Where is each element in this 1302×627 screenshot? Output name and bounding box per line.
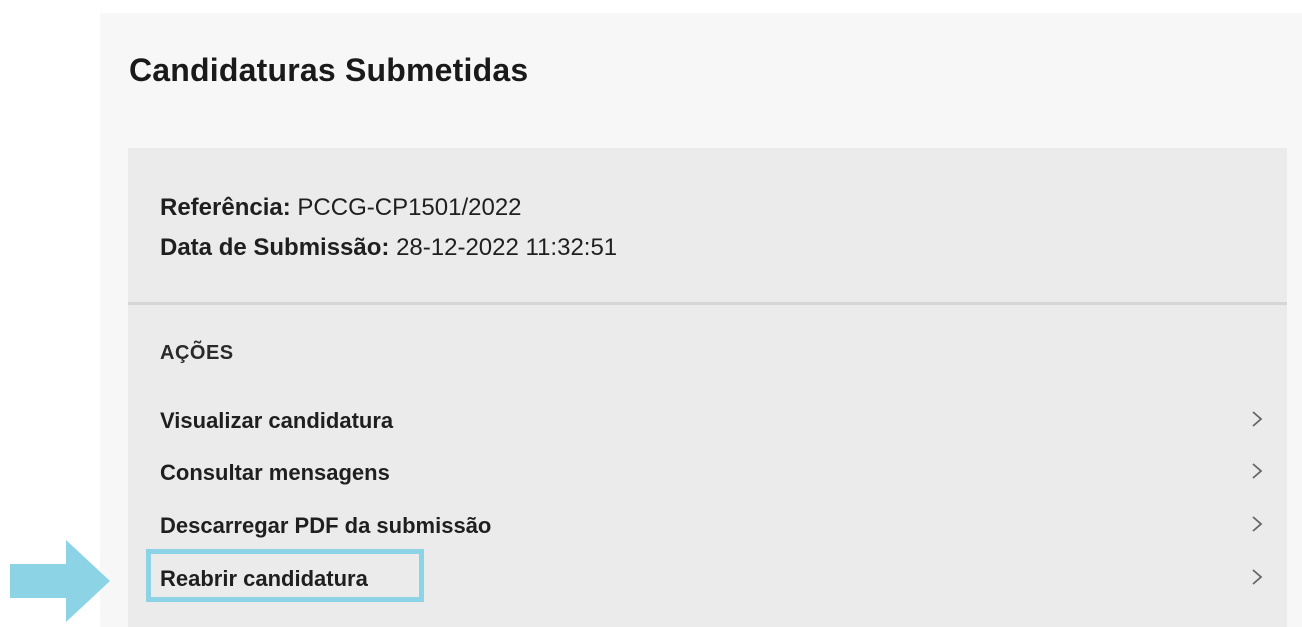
arrow-right-icon [10, 540, 110, 622]
submission-date-value: 28-12-2022 11:32:51 [396, 234, 618, 261]
chevron-right-icon [1252, 516, 1263, 532]
submission-date-label: Data de Submissão: [160, 234, 390, 261]
chevron-right-icon [1252, 569, 1263, 585]
highlight-box [146, 549, 424, 602]
reference-value: PCCG-CP1501/2022 [297, 194, 522, 221]
chevron-right-icon [1252, 411, 1263, 427]
action-label: Visualizar candidatura [160, 408, 394, 433]
submissions-panel: Candidaturas Submetidas Referência: PCCG… [100, 13, 1302, 627]
page-title: Candidaturas Submetidas [129, 52, 529, 88]
action-view-messages[interactable]: Consultar mensagens [160, 450, 1265, 492]
action-view-application[interactable]: Visualizar candidatura [160, 398, 1265, 440]
reference-line: Referência: PCCG-CP1501/2022 [160, 188, 617, 228]
page: Candidaturas Submetidas Referência: PCCG… [0, 0, 1302, 627]
submission-date-line: Data de Submissão: 28-12-2022 11:32:51 [160, 228, 617, 268]
action-label: Consultar mensagens [160, 460, 390, 485]
reference-label: Referência: [160, 194, 291, 221]
submission-info: Referência: PCCG-CP1501/2022 Data de Sub… [160, 188, 617, 268]
action-label: Descarregar PDF da submissão [160, 513, 492, 538]
chevron-right-icon [1252, 463, 1263, 479]
actions-heading: AÇÕES [160, 342, 234, 364]
action-download-pdf[interactable]: Descarregar PDF da submissão [160, 503, 1265, 545]
divider [128, 302, 1287, 305]
